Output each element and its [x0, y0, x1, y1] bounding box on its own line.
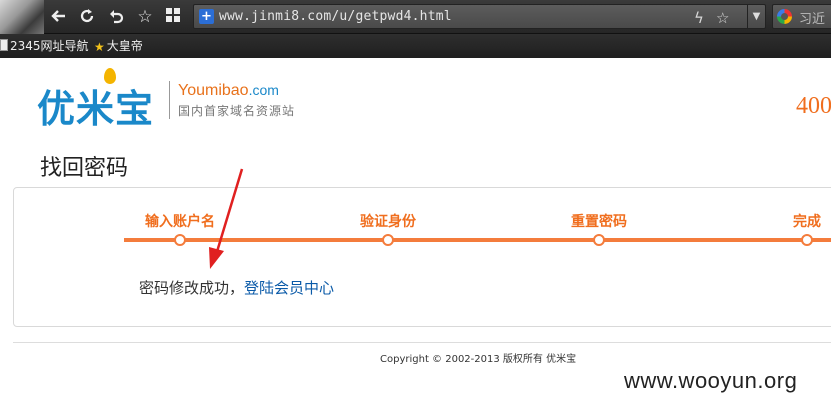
success-message: 密码修改成功，登陆会员中心: [139, 277, 334, 298]
back-icon[interactable]: [48, 6, 70, 28]
bookmark-label: 2345网址导航: [10, 39, 89, 53]
undo-icon[interactable]: [105, 6, 127, 28]
page-title: 找回密码: [40, 156, 129, 181]
favorite-star-icon[interactable]: ☆: [134, 6, 156, 28]
reload-icon[interactable]: [76, 6, 98, 28]
profile-avatar[interactable]: [0, 0, 44, 34]
step-1-dot: [174, 234, 186, 246]
bookmark-dahuangdi[interactable]: ★ 大皇帝: [94, 38, 143, 54]
bookmarks-bar: 2345网址导航 ★ 大皇帝: [0, 34, 831, 58]
step-4-dot: [801, 234, 813, 246]
site-favicon-icon: +: [199, 9, 214, 24]
step-4-label: 完成: [793, 214, 821, 230]
footer-copyright: Copyright © 2002-2013 版权所有 优米宝: [380, 354, 577, 365]
logo-drop-icon: [104, 68, 116, 84]
star-icon: ★: [94, 39, 105, 54]
annotation-arrow: [209, 168, 244, 269]
url-dropdown-icon[interactable]: ▼: [747, 4, 765, 29]
logo-divider: [169, 81, 170, 119]
bookmark-label: 大皇帝: [106, 39, 143, 53]
step-3-label: 重置密码: [571, 214, 627, 230]
footer-divider: [13, 342, 831, 343]
step-2-label: 验证身份: [360, 214, 416, 230]
address-bar[interactable]: + www.jinmi8.com/u/getpwd4.html ϟ ☆: [193, 4, 766, 29]
page-icon: [0, 38, 8, 55]
lightning-icon[interactable]: ϟ: [694, 9, 704, 27]
logo-english-domain: .com: [248, 82, 279, 98]
wooyun-watermark: www.wooyun.org: [624, 368, 798, 393]
search-text[interactable]: 习近: [799, 8, 825, 27]
search-engine-icon: [777, 9, 792, 24]
url-text[interactable]: www.jinmi8.com/u/getpwd4.html: [219, 9, 452, 24]
search-box[interactable]: 习近: [772, 4, 831, 29]
steps-panel: [13, 187, 831, 327]
site-logo[interactable]: 优米宝: [37, 78, 154, 133]
apps-grid-icon[interactable]: [162, 6, 184, 28]
success-text: 密码修改成功，: [139, 279, 245, 297]
bookmark-2345[interactable]: 2345网址导航: [0, 38, 89, 54]
step-3-dot: [593, 234, 605, 246]
logo-english-name: Youmibao: [178, 82, 249, 99]
site-tagline: 国内首家域名资源站: [178, 104, 296, 118]
step-2-dot: [382, 234, 394, 246]
bookmark-star-icon[interactable]: ☆: [716, 9, 729, 27]
hotline-number: 400: [796, 93, 831, 119]
logo-english: Youmibao.com: [178, 82, 279, 100]
browser-toolbar: ☆ + www.jinmi8.com/u/getpwd4.html ϟ ☆ ▼ …: [0, 0, 831, 34]
member-center-link[interactable]: 登陆会员中心: [244, 279, 334, 297]
